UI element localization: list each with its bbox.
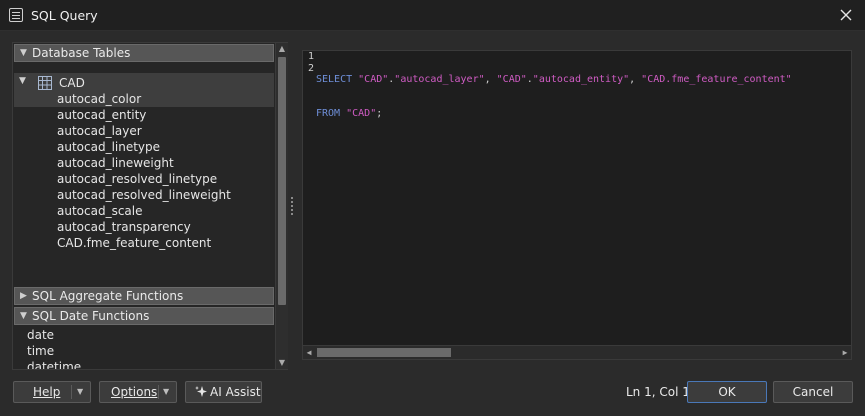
sql-editor[interactable]: 1 2 SELECT "CAD"."autocad_layer", "CAD".… [302, 50, 852, 360]
string-literal: "CAD" [346, 108, 377, 119]
string-literal: "autocad_entity" [532, 74, 630, 85]
code-line: FROM "CAD"; [316, 108, 792, 120]
scroll-left-icon[interactable]: ◀ [303, 346, 315, 359]
tree-item-table[interactable]: autocad_entity [14, 107, 274, 123]
tree-item-table[interactable]: autocad_color [14, 91, 274, 107]
punctuation: ; [376, 108, 383, 119]
code-line: SELECT "CAD"."autocad_layer", "CAD"."aut… [316, 74, 792, 86]
punctuation: , [629, 74, 642, 85]
scroll-thumb[interactable] [278, 57, 286, 305]
scroll-thumb[interactable] [317, 348, 451, 357]
date-function-item[interactable]: date [27, 328, 54, 342]
aggregate-functions-header[interactable]: ▶ SQL Aggregate Functions [14, 287, 274, 305]
options-button[interactable]: Options ▼ [99, 381, 177, 403]
ai-assist-button[interactable]: AI Assist [185, 381, 262, 403]
scroll-right-icon[interactable]: ▶ [839, 346, 851, 359]
left-vertical-scrollbar[interactable]: ▲ ▼ [275, 43, 288, 369]
ok-button[interactable]: OK [687, 381, 767, 403]
expand-arrow-icon: ▼ [20, 311, 27, 321]
sparkle-icon [194, 385, 208, 405]
dropdown-caret-icon[interactable]: ▼ [77, 382, 83, 402]
splitter-handle[interactable] [290, 197, 294, 217]
tree-item-table[interactable]: autocad_resolved_lineweight [14, 187, 274, 203]
scroll-down-icon[interactable]: ▼ [276, 357, 288, 369]
cancel-button[interactable]: Cancel [773, 381, 853, 403]
string-literal: "CAD" [358, 74, 389, 85]
tree-item-table[interactable]: autocad_linetype [14, 139, 274, 155]
line-number: 1 [307, 51, 314, 62]
functions-panel: ▼ Database Tables ▼ CAD autocad_color au… [12, 42, 288, 370]
title-bar: SQL Query [0, 0, 865, 31]
database-tables-header[interactable]: ▼ Database Tables [14, 44, 274, 62]
date-function-item[interactable]: datetime [27, 360, 81, 369]
table-icon [9, 8, 23, 22]
date-functions-header[interactable]: ▼ SQL Date Functions [14, 307, 274, 325]
tree-item-cad[interactable]: ▼ CAD [14, 73, 274, 93]
string-literal: "CAD.fme_feature_content" [641, 74, 792, 85]
editor-horizontal-scrollbar[interactable]: ◀ ▶ [303, 345, 851, 359]
expand-arrow-icon: ▼ [20, 48, 27, 58]
cursor-position-status: Ln 1, Col 1 [626, 385, 690, 399]
tree-item-table[interactable]: autocad_resolved_linetype [14, 171, 274, 187]
tree-item-table[interactable]: CAD.fme_feature_content [14, 235, 274, 251]
tree-item-table[interactable]: autocad_lineweight [14, 155, 274, 171]
keyword: SELECT [316, 74, 359, 85]
dropdown-caret-icon[interactable]: ▼ [163, 382, 169, 402]
scroll-up-icon[interactable]: ▲ [276, 43, 288, 55]
date-function-item[interactable]: time [27, 344, 54, 358]
collapse-arrow-icon: ▶ [20, 291, 27, 301]
close-icon[interactable] [837, 6, 855, 24]
tree-item-table[interactable]: autocad_transparency [14, 219, 274, 235]
line-number-gutter: 1 2 [303, 51, 315, 359]
help-button[interactable]: Help ▼ [13, 381, 91, 403]
window-title: SQL Query [31, 8, 98, 23]
code-content: SELECT "CAD"."autocad_layer", "CAD"."aut… [316, 52, 792, 142]
expand-arrow-icon[interactable]: ▼ [19, 76, 26, 86]
punctuation: , [484, 74, 497, 85]
keyword: FROM [316, 108, 347, 119]
line-number: 2 [307, 63, 314, 74]
tree-item-table[interactable]: autocad_scale [14, 203, 274, 219]
string-literal: "autocad_layer" [394, 74, 485, 85]
string-literal: "CAD" [496, 74, 527, 85]
tree-item-table[interactable]: autocad_layer [14, 123, 274, 139]
